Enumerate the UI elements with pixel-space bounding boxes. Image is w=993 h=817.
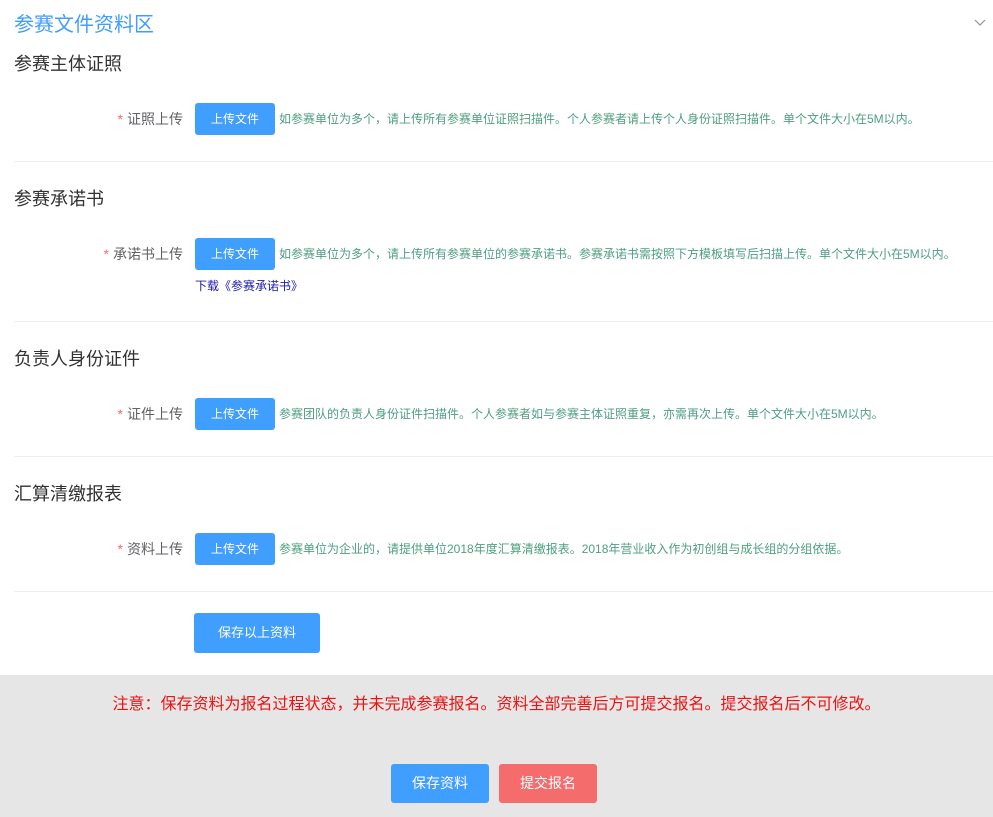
chevron-down-icon[interactable] (972, 14, 988, 30)
save-above-materials-button[interactable]: 保存以上资料 (194, 613, 320, 653)
field-label: * 证件上传 (0, 398, 183, 430)
section-heading: 参赛主体证照 (14, 54, 122, 74)
section-divider (14, 161, 993, 162)
field-label: * 承诺书上传 (0, 238, 183, 270)
section-entity-license: 参赛主体证照 * 证照上传 上传文件 如参赛单位为多个，请上传所有参赛单位证照扫描… (0, 53, 993, 163)
upload-hint: 参赛单位为企业的，请提供单位2018年度汇算清缴报表。2018年营业收入作为初创… (279, 542, 849, 556)
submit-button[interactable]: 提交报名 (499, 764, 597, 803)
field-label-text: 承诺书上传 (113, 246, 183, 262)
section-divider (14, 321, 993, 322)
upload-id-button[interactable]: 上传文件 (195, 398, 275, 430)
field-label: * 证照上传 (0, 103, 183, 135)
upload-license-button[interactable]: 上传文件 (195, 103, 275, 135)
field-label-text: 资料上传 (127, 541, 183, 557)
required-mark: * (117, 406, 123, 422)
required-mark: * (117, 541, 123, 557)
upload-commitment-button[interactable]: 上传文件 (195, 238, 275, 270)
required-mark: * (117, 111, 123, 127)
upload-page: 参赛文件资料区 参赛主体证照 * 证照上传 上传文件 如参赛单位为多个，请上传所有… (0, 0, 993, 817)
save-button[interactable]: 保存资料 (391, 764, 489, 803)
section-heading: 参赛承诺书 (14, 189, 104, 209)
upload-hint: 参赛团队的负责人身份证件扫描件。个人参赛者如与参赛主体证照重复，亦需再次上传。单… (279, 407, 884, 421)
field-label-text: 证照上传 (127, 111, 183, 127)
section-tax-report: 汇算清缴报表 * 资料上传 上传文件 参赛单位为企业的，请提供单位2018年度汇算… (0, 483, 993, 593)
notice-text: 注意：保存资料为报名过程状态，并未完成参赛报名。资料全部完善后方可提交报名。提交… (112, 696, 881, 713)
section-heading: 汇算清缴报表 (14, 484, 122, 504)
section-heading: 负责人身份证件 (14, 349, 140, 369)
required-mark: * (103, 246, 109, 262)
upload-hint: 如参赛单位为多个，请上传所有参赛单位证照扫描件。个人参赛者请上传个人身份证照扫描… (279, 112, 920, 126)
footer-bar: 注意：保存资料为报名过程状态，并未完成参赛报名。资料全部完善后方可提交报名。提交… (0, 675, 993, 817)
upload-report-button[interactable]: 上传文件 (195, 533, 275, 565)
section-commitment-letter: 参赛承诺书 * 承诺书上传 上传文件 如参赛单位为多个，请上传所有参赛单位的参赛承… (0, 188, 993, 298)
download-template-link[interactable]: 下载《参赛承诺书》 (195, 278, 303, 294)
section-leader-id: 负责人身份证件 * 证件上传 上传文件 参赛团队的负责人身份证件扫描件。个人参赛者… (0, 348, 993, 458)
section-divider (14, 456, 993, 457)
upload-hint: 如参赛单位为多个，请上传所有参赛单位的参赛承诺书。参赛承诺书需按照下方模板填写后… (279, 247, 956, 261)
section-divider (14, 591, 993, 592)
field-label: * 资料上传 (0, 533, 183, 565)
field-label-text: 证件上传 (127, 406, 183, 422)
page-title: 参赛文件资料区 (14, 14, 154, 36)
